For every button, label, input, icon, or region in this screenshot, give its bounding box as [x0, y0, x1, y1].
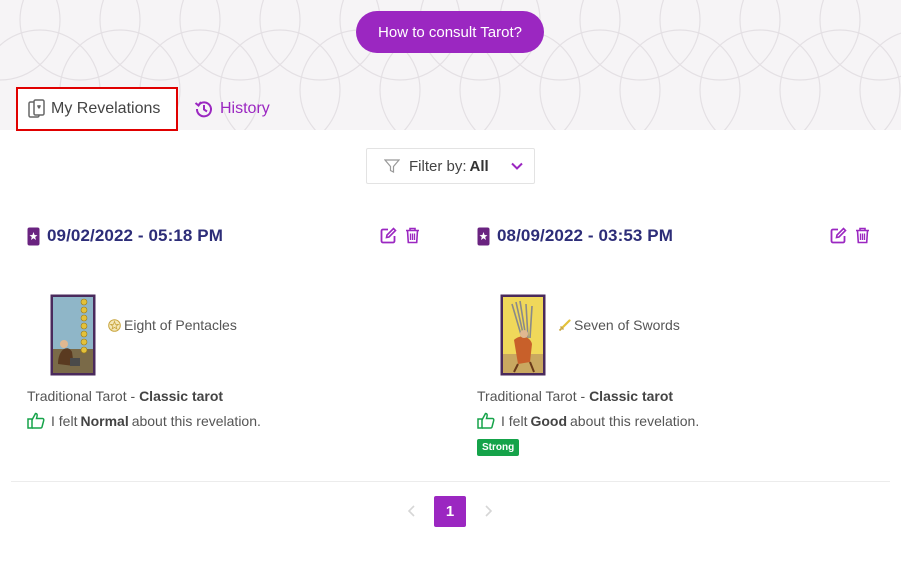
page-button-current[interactable]: 1 [434, 496, 466, 527]
tab-history[interactable]: History [194, 87, 270, 131]
revelation-date: 09/02/2022 - 05:18 PM [47, 226, 223, 245]
revelation-date-row: 09/02/2022 - 05:18 PM [27, 222, 223, 250]
eight-of-pentacles-card-image [50, 294, 96, 376]
chevron-left-icon[interactable] [406, 504, 418, 518]
revelation-actions [380, 227, 420, 244]
deck-info: Traditional Tarot - Classic tarot [477, 388, 673, 404]
delete-icon[interactable] [405, 227, 420, 244]
feeling-info: I felt Normal about this revelation. [27, 412, 261, 429]
felt-suffix: about this revelation. [570, 412, 700, 429]
revelation-card: 09/02/2022 - 05:18 PM Eight of Pentacles… [27, 222, 447, 462]
divider [11, 481, 890, 482]
revelation-date-row: 08/09/2022 - 03:53 PM [477, 222, 673, 250]
pagination: 1 [0, 496, 901, 528]
revelation-card: 08/09/2022 - 03:53 PM Seven of Swords Tr… [477, 222, 897, 462]
tarot-card-name: Seven of Swords [558, 317, 680, 333]
feeling-value: Normal [80, 412, 129, 429]
tab-my-revelations-label: My Revelations [51, 100, 161, 117]
seven-of-swords-card-image [500, 294, 546, 376]
pentacle-icon [108, 318, 121, 332]
filter-label: Filter by: [409, 157, 467, 175]
deck-type: Classic tarot [139, 388, 224, 404]
felt-prefix: I felt [501, 412, 528, 429]
filter-dropdown[interactable]: Filter by: All [366, 148, 535, 184]
chevron-down-icon [510, 159, 524, 173]
edit-icon[interactable] [830, 227, 847, 244]
tarot-card-icon [477, 227, 490, 246]
deck-name: Traditional Tarot - [477, 388, 590, 404]
feeling-info: I felt Good about this revelation. [477, 412, 699, 429]
delete-icon[interactable] [855, 227, 870, 244]
deck-name: Traditional Tarot - [27, 388, 140, 404]
card-name-text: Eight of Pentacles [124, 317, 237, 333]
sword-icon [558, 318, 571, 332]
strength-badge: Strong [477, 439, 520, 456]
how-to-consult-button[interactable]: How to consult Tarot? [356, 11, 544, 53]
feeling-value: Good [530, 412, 568, 429]
revelation-date: 08/09/2022 - 03:53 PM [497, 226, 673, 245]
chevron-right-icon[interactable] [482, 504, 494, 518]
felt-suffix: about this revelation. [131, 412, 261, 429]
thumbs-up-icon [27, 412, 45, 429]
filter-value: All [469, 157, 489, 175]
card-name-text: Seven of Swords [574, 317, 680, 333]
tab-my-revelations[interactable]: My Revelations [16, 87, 178, 131]
history-icon [194, 99, 214, 119]
revelation-actions [830, 227, 870, 244]
tarot-card-name: Eight of Pentacles [108, 317, 237, 333]
tarot-card-icon [27, 227, 40, 246]
tab-bar: My Revelations History [0, 87, 901, 131]
deck-type: Classic tarot [589, 388, 674, 404]
edit-icon[interactable] [380, 227, 397, 244]
thumbs-up-icon [477, 412, 495, 429]
tab-history-label: History [220, 100, 270, 117]
deck-info: Traditional Tarot - Classic tarot [27, 388, 223, 404]
cards-icon [28, 99, 46, 119]
filter-icon [384, 158, 400, 174]
felt-prefix: I felt [51, 412, 78, 429]
